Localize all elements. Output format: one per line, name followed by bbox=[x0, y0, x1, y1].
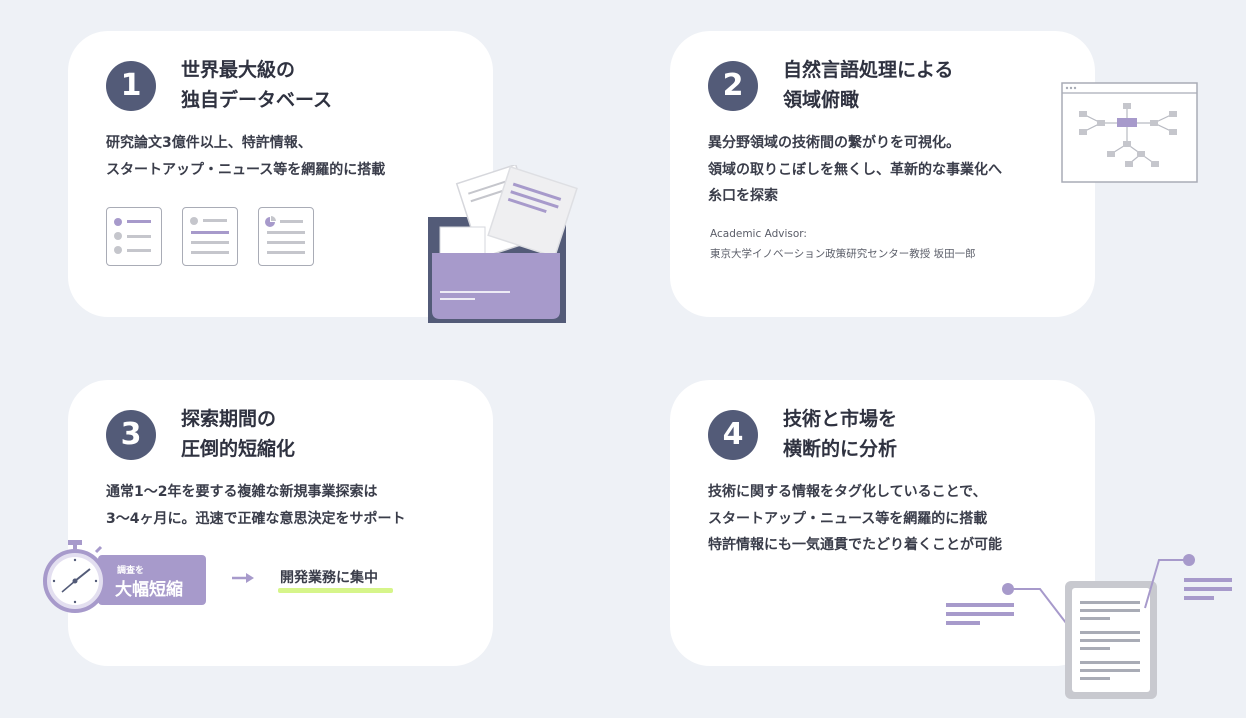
feature-title-line: 領域俯瞰 bbox=[783, 89, 860, 111]
description-line: 3〜4ヶ月に。迅速で正確な意思決定をサポート bbox=[106, 510, 406, 527]
feature-number-badge: 2 bbox=[708, 61, 758, 111]
highlight-underline bbox=[278, 588, 393, 593]
feature-title-line: 自然言語処理による bbox=[783, 59, 954, 81]
feature-title-line: 技術と市場を bbox=[783, 408, 898, 430]
document-chart-icon bbox=[258, 207, 314, 266]
document-list-icon bbox=[106, 207, 162, 266]
advisor-label: Academic Advisor: bbox=[710, 228, 807, 240]
description-line: 研究論文3億件以上、特許情報、 bbox=[106, 135, 312, 151]
feature-description: 技術に関する情報をタグ化していることで、 スタートアップ・ニュース等を網羅的に搭… bbox=[708, 479, 1002, 559]
feature-card-nlp: 2 自然言語処理による 領域俯瞰 異分野領域の技術間の繋がりを可視化。 領域の取… bbox=[670, 31, 1095, 317]
academic-advisor: Academic Advisor: 東京大学イノベーション政策研究センター教授 … bbox=[710, 224, 976, 264]
description-line: 通常1〜2年を要する複雑な新規事業探索は bbox=[106, 484, 378, 500]
feature-title: 技術と市場を 横断的に分析 bbox=[783, 404, 897, 464]
feature-description: 通常1〜2年を要する複雑な新規事業探索は 3〜4ヶ月に。迅速で正確な意思決定をサ… bbox=[106, 479, 405, 532]
badge-label: 大幅短縮 bbox=[115, 580, 183, 600]
feature-number-badge: 3 bbox=[106, 410, 156, 460]
description-line: スタートアップ・ニュース等を網羅的に搭載 bbox=[106, 161, 386, 178]
feature-title-line: 世界最大級の bbox=[181, 59, 296, 81]
shortening-badge: 調査を 大幅短縮 bbox=[98, 555, 206, 605]
advisor-name: 東京大学イノベーション政策研究センター教授 坂田一郎 bbox=[710, 248, 976, 260]
stopwatch-icon bbox=[43, 540, 107, 613]
feature-title-line: 横断的に分析 bbox=[783, 438, 898, 460]
feature-number-badge: 1 bbox=[106, 61, 156, 111]
document-lines-icon bbox=[182, 207, 238, 266]
feature-card-speed: 3 探索期間の 圧倒的短縮化 通常1〜2年を要する複雑な新規事業探索は 3〜4ヶ… bbox=[68, 380, 493, 666]
description-line: 糸口を探索 bbox=[708, 188, 778, 204]
feature-description: 異分野領域の技術間の繋がりを可視化。 領域の取りこぼしを無くし、革新的な事業化へ… bbox=[708, 130, 1002, 210]
feature-title: 世界最大級の 独自データベース bbox=[181, 55, 332, 115]
folder-icon bbox=[428, 165, 578, 323]
feature-title: 自然言語処理による 領域俯瞰 bbox=[783, 55, 953, 115]
feature-description: 研究論文3億件以上、特許情報、 スタートアップ・ニュース等を網羅的に搭載 bbox=[106, 130, 385, 183]
description-line: 領域の取りこぼしを無くし、革新的な事業化へ bbox=[708, 161, 1002, 178]
feature-title-line: 独自データベース bbox=[181, 89, 333, 111]
description-line: 異分野領域の技術間の繋がりを可視化。 bbox=[708, 135, 960, 151]
feature-title-line: 探索期間の bbox=[181, 408, 277, 430]
description-line: 技術に関する情報をタグ化していることで、 bbox=[708, 484, 987, 500]
focus-label: 開発業務に集中 bbox=[280, 570, 378, 586]
document-tag-icon bbox=[946, 554, 1232, 699]
arrow-right-icon bbox=[232, 573, 254, 583]
feature-title-line: 圧倒的短縮化 bbox=[181, 438, 296, 460]
description-line: スタートアップ・ニュース等を網羅的に搭載 bbox=[708, 510, 988, 527]
network-diagram-icon bbox=[1061, 82, 1198, 183]
feature-title: 探索期間の 圧倒的短縮化 bbox=[181, 404, 295, 464]
feature-number-badge: 4 bbox=[708, 410, 758, 460]
